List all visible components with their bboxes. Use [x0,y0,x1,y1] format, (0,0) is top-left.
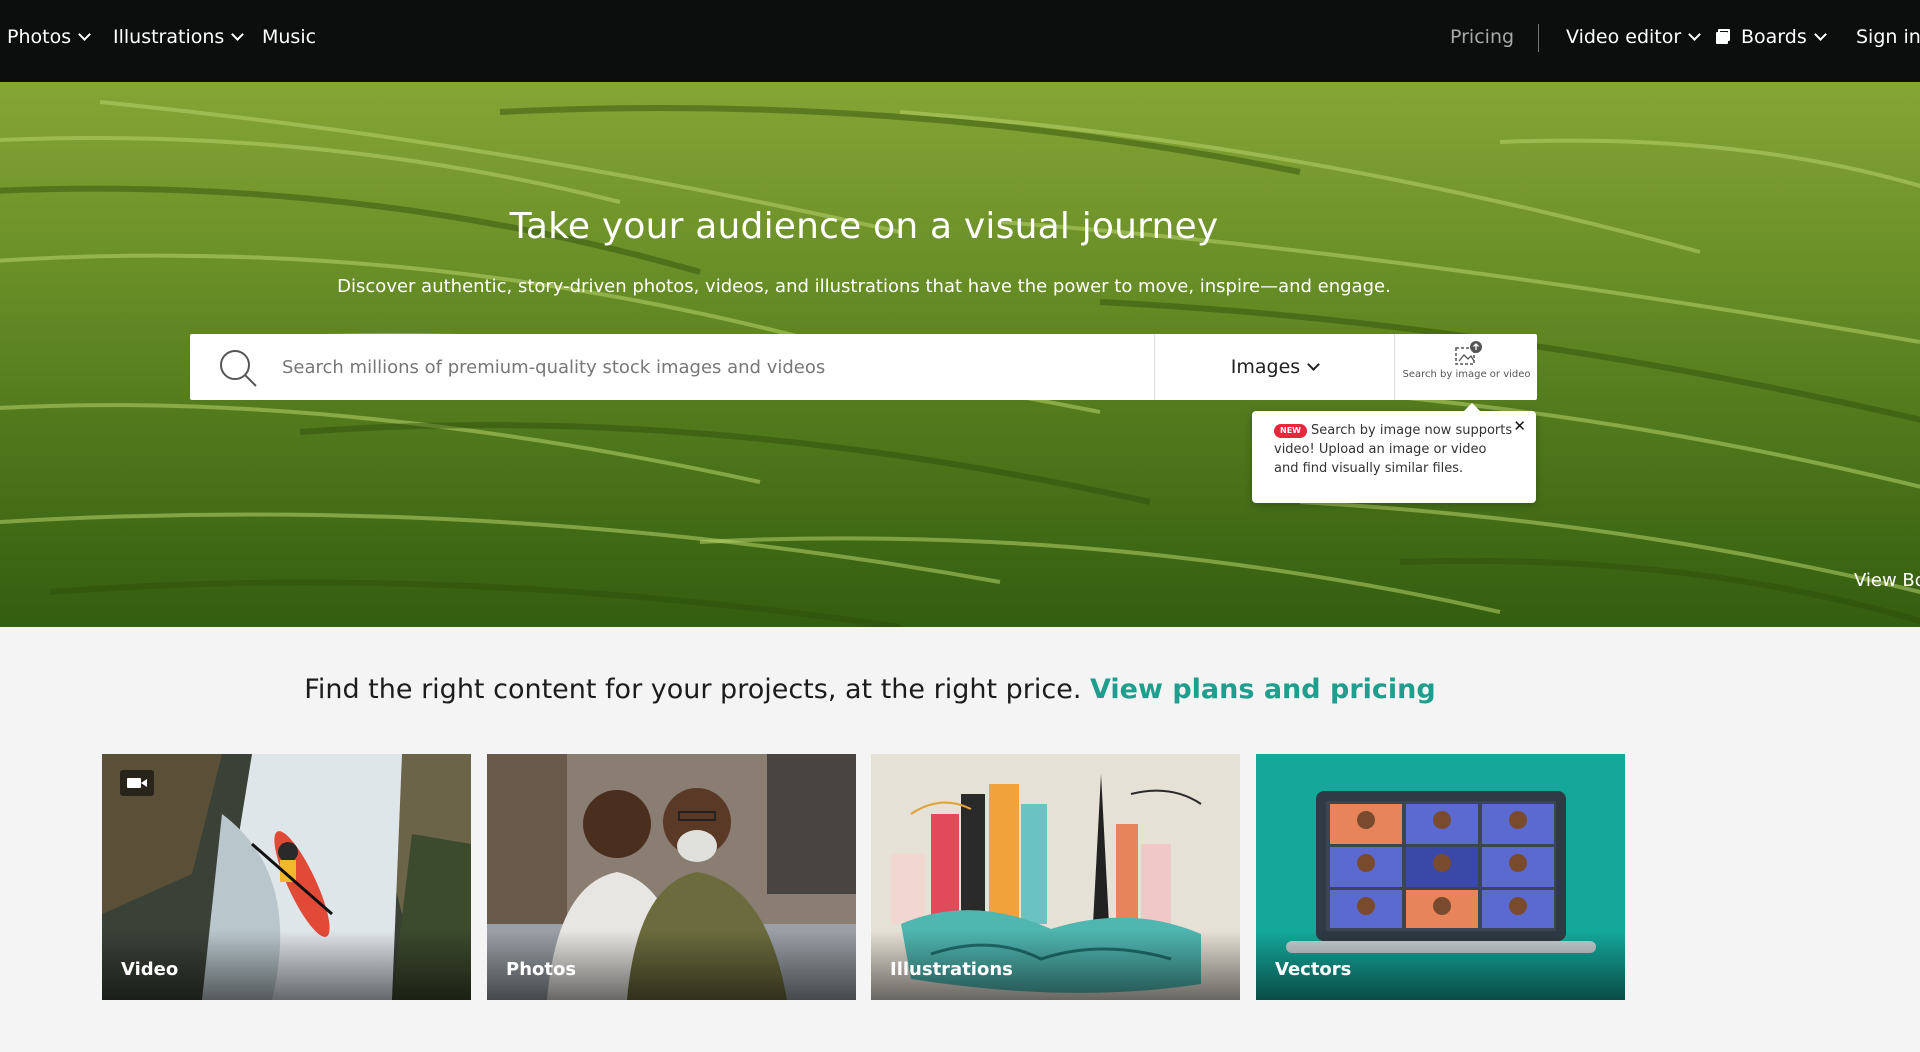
view-plans-link[interactable]: View plans and pricing [1090,674,1436,705]
search-by-image-button[interactable]: Search by image or video [1394,334,1537,400]
nav-sign-in-label: Sign in [1856,26,1920,48]
hero-title: Take your audience on a visual journey [509,206,1219,247]
category-card-video[interactable]: Video [102,754,471,1000]
hero-banner: Take your audience on a visual journey D… [0,82,1920,627]
nav-music-label: Music [262,26,317,48]
new-badge: NEW [1274,424,1307,438]
search-icon[interactable] [218,348,258,388]
media-type-value: Images [1230,356,1301,378]
nav-video-editor-label: Video editor [1566,26,1682,48]
boards-icon [1716,29,1730,44]
chevron-down-icon [231,27,245,41]
pricing-promo: Find the right content for your projects… [0,674,1740,705]
hero-subtitle: Discover authentic, story-driven photos,… [337,276,1391,297]
nav-boards-label: Boards [1741,26,1807,48]
nav-photos[interactable]: Photos [7,0,91,74]
category-card-illustrations[interactable]: Illustrations [871,754,1240,1000]
image-upload-icon [1455,341,1482,365]
view-board-link[interactable]: View Bo [1854,570,1920,591]
category-label-video: Video [121,959,179,980]
nav-music[interactable]: Music [262,0,316,74]
nav-photos-label: Photos [7,26,72,48]
tooltip-text: Search by image now supports video! Uplo… [1274,423,1513,476]
nav-illustrations[interactable]: Illustrations [113,0,245,74]
nav-sign-in[interactable]: Sign in [1856,0,1920,74]
nav-boards[interactable]: Boards [1741,0,1827,74]
promo-text: Find the right content for your projects… [304,674,1082,705]
search-bar: Images Search by image or video [190,334,1537,400]
category-card-vectors[interactable]: Vectors [1256,754,1625,1000]
category-card-photos[interactable]: Photos [487,754,856,1000]
video-camera-icon [120,770,154,796]
nav-pricing-label: Pricing [1450,26,1515,48]
nav-illustrations-label: Illustrations [113,26,225,48]
nav-video-editor[interactable]: Video editor [1566,0,1702,74]
top-nav: Photos Illustrations Music Pricing Video… [0,0,1920,82]
nav-pricing[interactable]: Pricing [1450,0,1514,74]
media-type-select[interactable]: Images [1154,334,1394,400]
category-label-illustrations: Illustrations [890,959,1013,980]
new-feature-tooltip: NEW Search by image now supports video! U… [1252,403,1536,503]
search-by-image-label: Search by image or video [1402,369,1531,380]
chevron-down-icon [1307,357,1321,371]
chevron-down-icon [1813,27,1827,41]
chevron-down-icon [1688,27,1702,41]
category-label-vectors: Vectors [1275,959,1352,980]
close-icon[interactable]: ✕ [1513,417,1526,436]
nav-divider [1538,24,1539,52]
search-input[interactable] [282,334,1132,400]
chevron-down-icon [78,27,91,41]
category-label-photos: Photos [506,959,577,980]
